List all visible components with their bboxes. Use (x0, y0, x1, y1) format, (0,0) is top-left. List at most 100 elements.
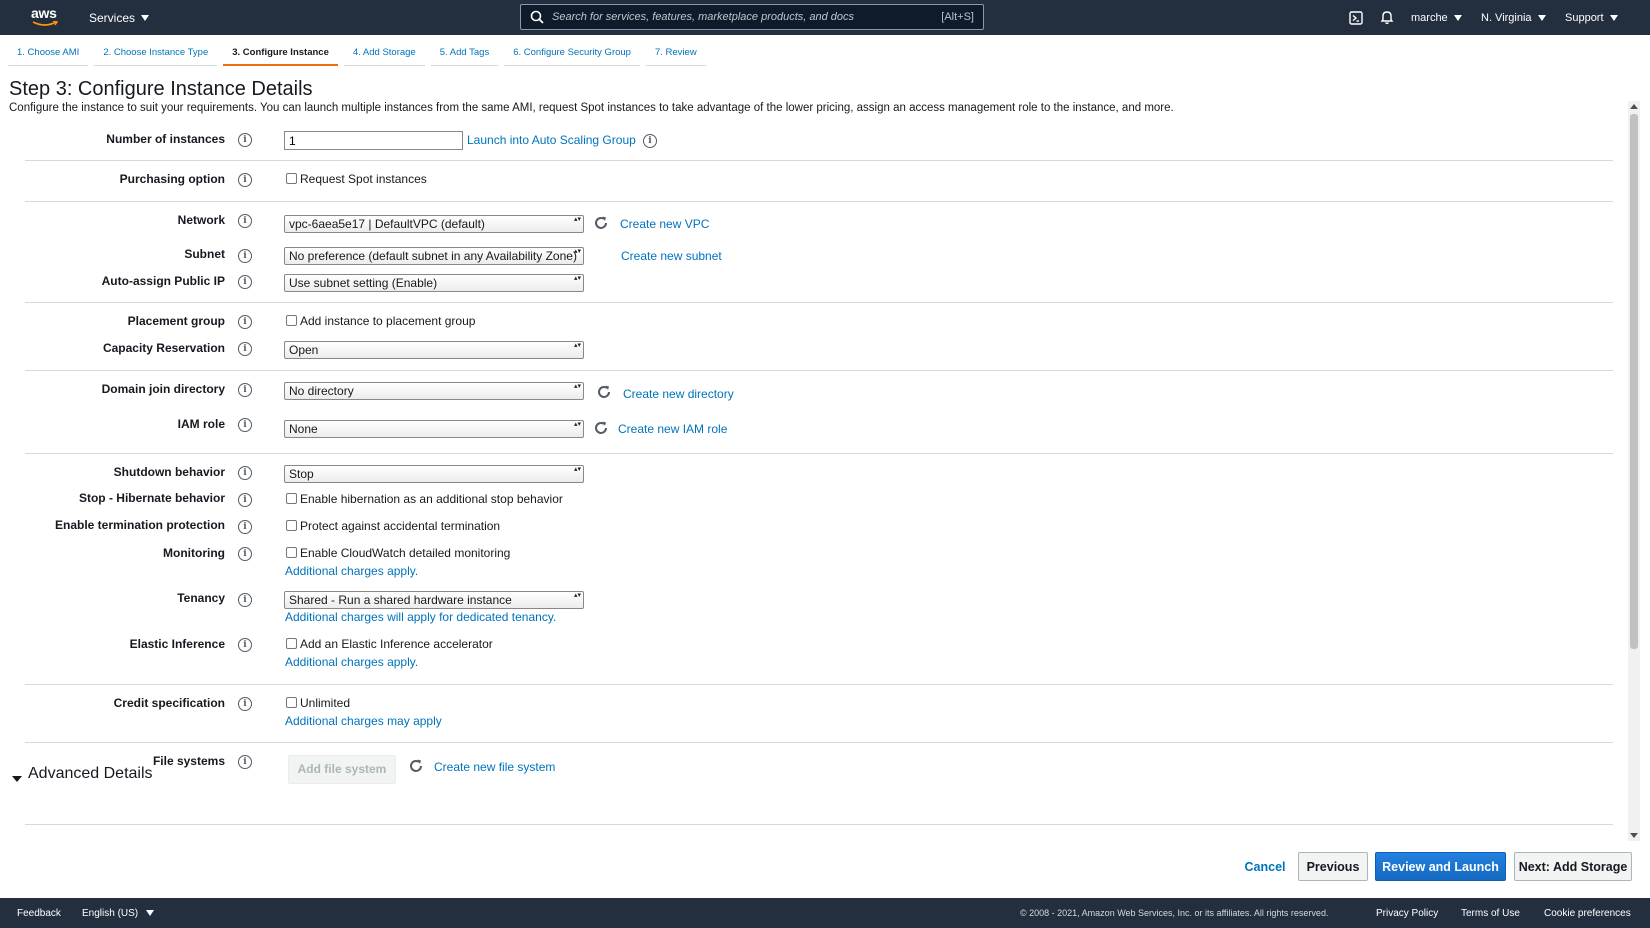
info-icon[interactable]: i (238, 638, 252, 652)
configure-instance-form: Number of instances i Launch into Auto S… (0, 120, 1630, 843)
search-box[interactable]: [Alt+S] (520, 4, 984, 30)
dedicated-tenancy-charges-link[interactable]: Additional charges will apply for dedica… (285, 610, 556, 624)
advanced-details-toggle[interactable]: Advanced Details (28, 765, 153, 783)
privacy-policy-link[interactable]: Privacy Policy (1376, 898, 1438, 928)
info-icon[interactable]: i (238, 466, 252, 480)
divider (25, 201, 1613, 202)
cloudshell-button[interactable] (1349, 0, 1363, 35)
info-icon[interactable]: i (238, 342, 252, 356)
region-label: N. Virginia (1481, 11, 1532, 24)
termination-protection-label: Enable termination protection (54, 518, 225, 532)
caret-down-icon (141, 14, 150, 21)
number-of-instances-input[interactable] (284, 131, 463, 150)
cancel-button[interactable]: Cancel (1240, 852, 1290, 881)
checkbox-box[interactable] (286, 546, 297, 558)
info-icon[interactable]: i (238, 697, 252, 711)
iam-role-select[interactable]: None (284, 420, 584, 438)
next-add-storage-button[interactable]: Next: Add Storage (1514, 852, 1632, 881)
additional-charges-link[interactable]: Additional charges may apply (285, 714, 442, 728)
info-icon[interactable]: i (238, 755, 252, 769)
info-icon[interactable]: i (238, 275, 252, 289)
scroll-up-arrow[interactable] (1630, 104, 1638, 109)
feedback-link[interactable]: Feedback (17, 898, 61, 928)
previous-button[interactable]: Previous (1298, 852, 1368, 881)
auto-assign-ip-label: Auto-assign Public IP (101, 274, 225, 288)
step-add-storage[interactable]: 4. Add Storage (343, 40, 425, 66)
cookie-preferences-link[interactable]: Cookie preferences (1544, 898, 1631, 928)
step-review[interactable]: 7. Review (645, 40, 706, 66)
info-icon[interactable]: i (238, 593, 252, 607)
network-select[interactable]: vpc-6aea5e17 | DefaultVPC (default) (284, 215, 584, 233)
refresh-icon[interactable] (593, 215, 609, 231)
placement-group-checkbox[interactable]: Add instance to placement group (286, 314, 475, 328)
create-new-iam-role-link[interactable]: Create new IAM role (618, 422, 727, 436)
step-configure-instance[interactable]: 3. Configure Instance (223, 40, 338, 66)
divider (25, 742, 1613, 743)
info-icon[interactable]: i (238, 493, 252, 507)
info-icon[interactable]: i (238, 315, 252, 329)
refresh-icon[interactable] (593, 420, 609, 436)
checkbox-box[interactable] (286, 637, 297, 649)
terms-of-use-link[interactable]: Terms of Use (1461, 898, 1520, 928)
step-configure-security-group[interactable]: 6. Configure Security Group (504, 40, 640, 66)
step-add-tags[interactable]: 5. Add Tags (430, 40, 499, 66)
notifications-button[interactable] (1380, 0, 1394, 35)
info-icon[interactable]: i (238, 547, 252, 561)
checkbox-box[interactable] (286, 519, 297, 531)
request-spot-checkbox[interactable]: Request Spot instances (286, 172, 427, 186)
info-icon[interactable]: i (238, 249, 252, 263)
info-icon[interactable]: i (643, 134, 657, 148)
subnet-select[interactable]: No preference (default subnet in any Ava… (284, 247, 584, 265)
info-icon[interactable]: i (238, 173, 252, 187)
credit-specification-label: Credit specification (113, 696, 225, 710)
language-selector[interactable]: English (US) (82, 898, 155, 928)
caret-down-icon[interactable] (12, 776, 22, 782)
info-icon[interactable]: i (238, 214, 252, 228)
region-menu[interactable]: N. Virginia (1481, 0, 1546, 35)
caret-down-icon (1537, 14, 1546, 21)
step-choose-instance-type[interactable]: 2. Choose Instance Type (94, 40, 218, 66)
checkbox-box[interactable] (286, 492, 297, 504)
info-icon[interactable]: i (238, 418, 252, 432)
create-new-directory-link[interactable]: Create new directory (623, 387, 734, 401)
scrollbar-thumb[interactable] (1630, 114, 1638, 649)
shutdown-behavior-select[interactable]: Stop (284, 465, 584, 483)
additional-charges-link[interactable]: Additional charges apply. (285, 564, 418, 578)
elastic-inference-checkbox[interactable]: Add an Elastic Inference accelerator (286, 637, 493, 651)
auto-assign-ip-select[interactable]: Use subnet setting (Enable) (284, 274, 584, 292)
network-label: Network (177, 213, 225, 227)
tenancy-select[interactable]: Shared - Run a shared hardware instance (284, 591, 584, 609)
language-label: English (US) (82, 907, 139, 919)
launch-auto-scaling-link[interactable]: Launch into Auto Scaling Group (467, 133, 636, 147)
capacity-reservation-select[interactable]: Open (284, 341, 584, 359)
add-file-system-button[interactable]: Add file system (288, 755, 396, 784)
additional-charges-link[interactable]: Additional charges apply. (285, 655, 418, 669)
aws-logo[interactable]: aws (31, 6, 63, 28)
info-icon[interactable]: i (238, 133, 252, 147)
info-icon[interactable]: i (238, 383, 252, 397)
info-icon[interactable]: i (238, 520, 252, 534)
create-new-file-system-link[interactable]: Create new file system (434, 760, 555, 774)
hibernation-checkbox[interactable]: Enable hibernation as an additional stop… (286, 492, 563, 506)
cloudwatch-monitoring-checkbox[interactable]: Enable CloudWatch detailed monitoring (286, 546, 510, 560)
vertical-scrollbar[interactable] (1628, 101, 1640, 841)
create-new-subnet-link[interactable]: Create new subnet (621, 249, 722, 263)
review-and-launch-button[interactable]: Review and Launch (1375, 852, 1506, 881)
search-input[interactable] (552, 11, 942, 23)
account-menu[interactable]: marche (1411, 0, 1462, 35)
domain-join-select[interactable]: No directory (284, 382, 584, 400)
support-menu[interactable]: Support (1565, 0, 1618, 35)
unlimited-checkbox[interactable]: Unlimited (286, 696, 350, 710)
wizard-steps: 1. Choose AMI 2. Choose Instance Type 3.… (8, 40, 712, 66)
termination-protection-checkbox[interactable]: Protect against accidental termination (286, 519, 500, 533)
create-new-vpc-link[interactable]: Create new VPC (620, 217, 709, 231)
checkbox-box[interactable] (286, 172, 297, 184)
checkbox-box[interactable] (286, 696, 297, 708)
checkbox-box[interactable] (286, 314, 297, 326)
services-menu[interactable]: Services (89, 0, 150, 35)
refresh-icon[interactable] (408, 758, 424, 774)
scroll-down-arrow[interactable] (1630, 833, 1638, 838)
step-choose-ami[interactable]: 1. Choose AMI (8, 40, 89, 66)
elastic-inference-label: Elastic Inference (129, 637, 225, 651)
refresh-icon[interactable] (596, 384, 612, 400)
